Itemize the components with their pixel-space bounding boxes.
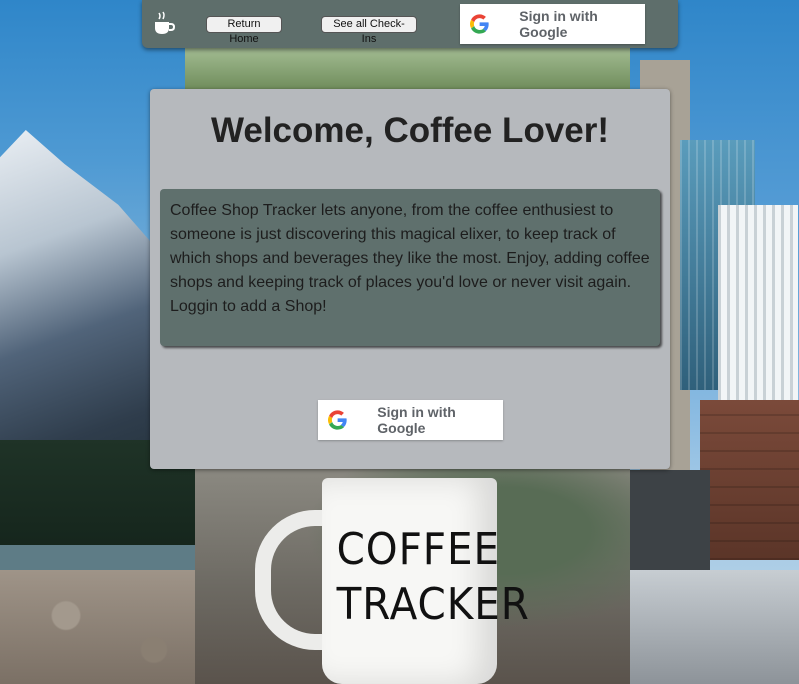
google-g-icon — [470, 14, 489, 34]
page-title: Welcome, Coffee Lover! — [210, 111, 610, 150]
white-tower-image — [718, 205, 798, 405]
snowy-street-image — [630, 570, 799, 684]
google-signin-label: Sign in with Google — [377, 404, 456, 436]
google-signin-label: Sign in with Google — [519, 8, 598, 40]
rocky-shore-image — [0, 570, 220, 684]
coffee-cup-icon[interactable] — [152, 11, 176, 37]
top-navbar: Return Home See all Check-Ins Sign in wi… — [142, 0, 678, 48]
card-google-signin-button[interactable]: Sign in with Google — [318, 400, 503, 440]
mug-text-line1: COFFEE — [336, 524, 500, 575]
description-box: Coffee Shop Tracker lets anyone, from th… — [160, 189, 660, 346]
google-signin-button[interactable]: Sign in with Google — [460, 4, 645, 44]
description-text: Coffee Shop Tracker lets anyone, from th… — [170, 202, 650, 315]
brick-building-image — [700, 400, 799, 560]
see-all-checkins-button[interactable]: See all Check-Ins — [321, 16, 417, 45]
return-home-button[interactable]: Return Home — [206, 16, 282, 45]
google-g-icon — [328, 410, 347, 430]
mug-text-line2: TRACKER — [336, 579, 530, 630]
mug-logo-text: COFFEE TRACKER — [336, 522, 530, 632]
welcome-card: Welcome, Coffee Lover! Coffee Shop Track… — [150, 89, 670, 469]
